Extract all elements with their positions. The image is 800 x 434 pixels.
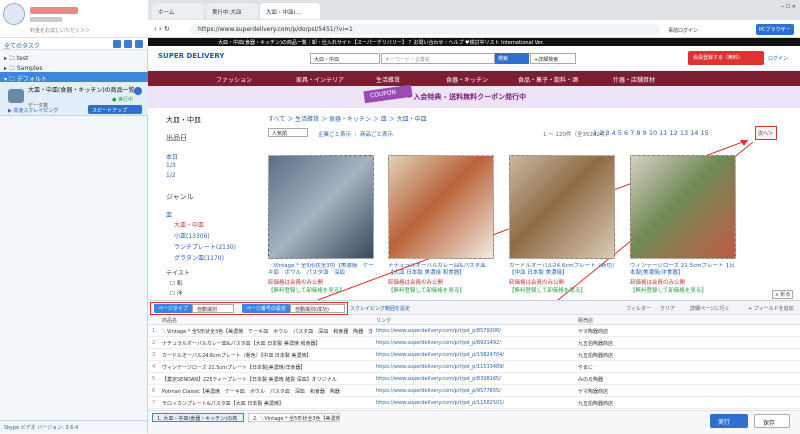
panel-footer	[148, 410, 800, 434]
cell-link: https://www.superdelivery.com/p/r/pd_p/9…	[376, 388, 501, 394]
price-note: 卸価格は会員のみ公開	[509, 280, 565, 286]
product-card[interactable]: ヴィンテージローズ 21.5cmプレート【日本製|美濃焼/洋食器】 卸価格は会員…	[630, 155, 738, 295]
embedded-browser: ホーム 実行中:大皿 大皿・中皿(… ─ ☐ ✕ ‹ › ↻ https://w…	[148, 0, 800, 300]
cell-shop: 九五伯陶器商店	[578, 341, 614, 347]
task-sidebar: 料金をお試しいただく＞＞ 全てのタスク ▸ 🗀 test ▸ 🗀 Samples…	[0, 0, 148, 433]
price-note: 卸価格は会員のみ公開	[388, 280, 444, 286]
column-header[interactable]: 販売店	[578, 317, 593, 324]
table-row[interactable]: 3 カードルオーバル24.6cmプレート（新色）【中皿 日本製 美濃焼】 https…	[148, 350, 800, 361]
cell-link: https://www.superdelivery.com/p/r/pd_p/8…	[376, 340, 501, 346]
cell-shop: みのる陶器	[578, 377, 604, 383]
table-row[interactable]: 5 【業定SENDAN】225ティープレート【日本製 美濃焼 雑貨 深皿】オリジナ…	[148, 374, 800, 385]
speed-up-button[interactable]: スピードアップ	[88, 105, 142, 114]
table-row[interactable]: 7 モロッカンプレート&パスタ皿【大皿 日本製 美濃焼】 https://www.s…	[148, 398, 800, 409]
tree-item-samples[interactable]: ▸ 🗀 Samples	[0, 62, 148, 72]
clear-button[interactable]: クリア	[660, 305, 675, 312]
cell-title: 【業定SENDAN】225ティープレート【日本製 美濃焼 雑貨 深皿】オリジナル	[162, 377, 337, 383]
product-card[interactable]: ＼Vintage * 全5形状全3色【美濃焼 ケー キ皿 ボウル パスタ皿 深皿…	[268, 155, 376, 295]
robot-icon	[8, 89, 24, 103]
add-field-button[interactable]: + フィールドを追加	[748, 305, 794, 312]
register-link[interactable]: 【無料登録して卸価格を見る】	[268, 286, 376, 294]
cell-link: https://www.superdelivery.com/p/r/pd_p/1…	[376, 352, 505, 358]
table-row[interactable]: 1 ＼Vintage * 全5形状全3色【美濃焼 ケーキ皿 ボウル パスタ皿 深皿…	[148, 326, 800, 337]
local-run-link[interactable]: ▶ 高速スクレイピング	[8, 107, 58, 114]
row-index: 5	[152, 376, 156, 382]
table-row[interactable]: 2 ナチュラルオーバルカレー皿&パスタ皿【大皿 日本製 美濃焼 和食器】 https…	[148, 338, 800, 349]
cell-title: ナチュラルオーバルカレー皿&パスタ皿【大皿 日本製 美濃焼 和食器】	[162, 341, 321, 347]
cell-shop: 九五伯陶器商店	[578, 401, 614, 407]
step-tab-1[interactable]: 1. 大皿・中皿(食器・キッチン)の商	[152, 413, 244, 422]
task-card[interactable]: 大皿・中皿(食器・キッチン)の商品一覧｜卸・ データ数 ● 実行中 ▶ 高速スク…	[0, 82, 148, 116]
table-header	[148, 315, 800, 325]
task-toolbar	[110, 40, 143, 50]
user-plan-bar	[30, 17, 62, 22]
cell-link: https://www.superdelivery.com/p/r/pd_p/8…	[376, 328, 501, 334]
product-title[interactable]: ＼Vintage * 全5形状全3色【美濃焼 ケー キ皿 ボウル パスタ皿 深皿	[268, 263, 376, 277]
data-preview-panel: ページタイプ 自動識別 ページ番号の設定 自動識別(成功) スクレイピング範囲を…	[148, 300, 800, 434]
row-index: 7	[152, 400, 156, 406]
row-index: 6	[152, 388, 156, 394]
price-note: 卸価格は会員のみ公開	[630, 280, 686, 286]
sidebar-footer: Skype ビデオ バージョン: 3.6.4	[0, 420, 148, 433]
save-button[interactable]: 保存	[754, 414, 790, 428]
product-title[interactable]: カードルオーバル24.6cmプレート（新色）【中皿 日本製 美濃焼】	[509, 263, 617, 277]
app-logo	[3, 3, 25, 25]
scroll-range-link[interactable]: スクレイピング範囲を設定	[350, 305, 410, 312]
user-name-redacted	[30, 7, 78, 14]
cell-shop: ヤマ陶器商店	[578, 389, 609, 395]
row-index: 2	[152, 340, 156, 346]
column-header[interactable]: リンク	[376, 317, 391, 324]
cell-link: https://www.superdelivery.com/p/r/pd_p/8…	[376, 376, 501, 382]
cell-link: https://www.superdelivery.com/p/r/pd_p/1…	[376, 364, 505, 370]
task-name: 大皿・中皿(食器・キッチン)の商品一覧｜卸・	[28, 87, 138, 94]
cell-title: ヴィンテージローズ 21.5cmプレート【日本製|美濃焼/洋食器】	[162, 365, 306, 371]
product-image[interactable]	[630, 155, 736, 259]
highlight-box	[150, 302, 348, 315]
register-link[interactable]: 【無料登録して卸価格を見る】	[509, 286, 617, 294]
table-row[interactable]: 4 ヴィンテージローズ 21.5cmプレート【日本製|美濃焼/洋食器】 https:…	[148, 362, 800, 373]
product-card[interactable]: カードルオーバル24.6cmプレート（新色）【中皿 日本製 美濃焼】 卸価格は会…	[509, 155, 617, 295]
tree-label: test	[16, 55, 29, 62]
cell-link: https://www.superdelivery.com/p/r/pd_p/1…	[376, 400, 505, 406]
cell-shop: 九五伯陶器商店	[578, 353, 614, 359]
product-image[interactable]	[268, 155, 374, 259]
register-link[interactable]: 【無料登録して卸価格を見る】	[388, 286, 496, 294]
cell-shop: ヤマ陶器商店	[578, 329, 609, 335]
product-title[interactable]: ナチュラルオーバルカレー皿&パスタ皿【大皿 日本製 美濃焼 和食器】	[388, 263, 496, 277]
cell-title: カードルオーバル24.6cmプレート（新色）【中皿 日本製 美濃焼】	[162, 353, 312, 359]
task-status: ● 実行中	[112, 97, 133, 103]
cell-title: モロッカンプレート&パスタ皿【大皿 日本製 美濃焼】	[162, 401, 284, 407]
tree-label: Samples	[16, 65, 43, 72]
run-button[interactable]: 実行	[710, 414, 748, 428]
column-header[interactable]: 商品名	[162, 317, 177, 324]
price-note: 卸価格は会員のみ公開	[268, 280, 324, 286]
cell-shop: やまに	[578, 365, 594, 371]
trial-hint[interactable]: 料金をお試しいただく＞＞	[30, 27, 90, 34]
row-index: 3	[152, 352, 156, 358]
table-row[interactable]: 6 Potman Classic【美濃焼 ケーキ皿 ボウル パスタ皿 深皿 和食器…	[148, 386, 800, 397]
register-link[interactable]: 【無料登録して卸価格を見る】	[630, 286, 738, 294]
settings-icon[interactable]	[135, 40, 143, 48]
new-task-icon[interactable]	[113, 40, 121, 48]
play-icon[interactable]	[134, 87, 142, 95]
row-index: 4	[152, 364, 156, 370]
filter-button[interactable]: フィルター	[626, 305, 651, 312]
product-title[interactable]: ヴィンテージローズ 21.5cmプレート【日本製|美濃焼/洋食器】	[630, 263, 738, 277]
product-card[interactable]: ナチュラルオーバルカレー皿&パスタ皿【大皿 日本製 美濃焼 和食器】 卸価格は会…	[388, 155, 496, 295]
import-icon[interactable]	[124, 40, 132, 48]
product-image[interactable]	[509, 155, 615, 259]
row-index: 1	[152, 328, 156, 334]
step-tab-2[interactable]: 2. ＼Vintage * 全5形状全3色【美濃焼	[248, 413, 340, 422]
tree-item-default[interactable]: ▾ 🗀 デフォルト	[0, 72, 148, 83]
detail-page-button[interactable]: 詳細ページに行く	[690, 305, 730, 312]
cell-title: ＼Vintage * 全5形状全3色【美濃焼 ケーキ皿 ボウル パスタ皿 深皿 …	[162, 329, 372, 335]
cell-title: Potman Classic【美濃焼 ケーキ皿 ボウル パスタ皿 深皿 和食器 …	[162, 389, 340, 395]
product-image[interactable]	[388, 155, 494, 259]
tree-item-test[interactable]: ▸ 🗀 test	[0, 52, 148, 62]
collapse-button[interactable]: ∧ 折る	[772, 290, 794, 299]
